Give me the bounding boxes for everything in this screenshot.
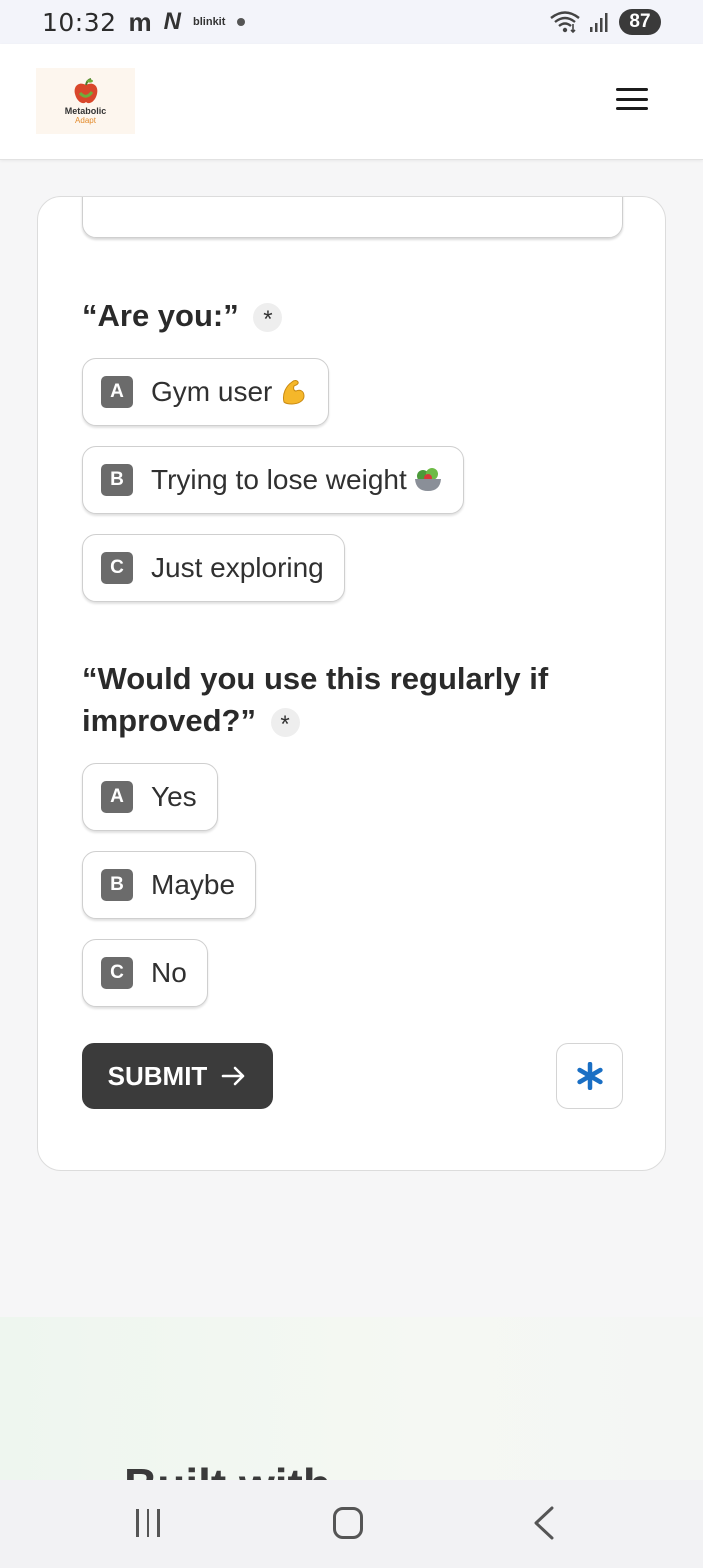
option-label: Gym user xyxy=(151,376,273,407)
wifi-icon xyxy=(550,11,580,34)
apple-logo-icon xyxy=(74,77,97,103)
option-key: B xyxy=(101,869,133,901)
option-key: A xyxy=(101,376,133,408)
footer-band xyxy=(0,1317,703,1480)
system-nav-bar xyxy=(0,1480,703,1568)
menu-line xyxy=(616,88,648,91)
recent-apps-icon[interactable] xyxy=(136,1509,166,1539)
option-key: A xyxy=(101,781,133,813)
logo-word-2: Adapt xyxy=(75,115,96,125)
option-label-wrap: Gym user xyxy=(151,376,308,408)
arrow-right-icon xyxy=(222,1066,245,1086)
hamburger-menu-icon[interactable] xyxy=(612,82,652,116)
option-yes[interactable]: A Yes xyxy=(82,763,218,831)
green-salad-icon xyxy=(414,468,441,491)
question-use-regularly: “Would you use this regularly if improve… xyxy=(82,658,602,742)
back-icon[interactable] xyxy=(532,1506,556,1540)
option-label: Just exploring xyxy=(151,552,324,583)
option-label: Maybe xyxy=(151,869,236,900)
form-card: “Are you:” * A Gym user B Trying to lose… xyxy=(37,196,666,1171)
option-label: Trying to lose weight xyxy=(151,464,407,495)
required-mark: * xyxy=(253,303,283,333)
menu-line xyxy=(616,97,648,101)
app-m-icon: m xyxy=(128,6,152,37)
option-maybe[interactable]: B Maybe xyxy=(82,851,257,919)
blinkit-icon: blinkit xyxy=(193,16,226,28)
question-text: “Are you:” xyxy=(82,298,239,333)
option-gym-user[interactable]: A Gym user xyxy=(82,358,330,426)
logo-word-1: Metabolic xyxy=(64,105,107,116)
logo[interactable]: Metabolic Adapt xyxy=(36,68,135,134)
signal-icon xyxy=(590,13,608,32)
home-icon[interactable] xyxy=(333,1507,363,1539)
submit-label: SUBMIT xyxy=(107,1060,208,1091)
status-bar: 10:32 m N blinkit 87 xyxy=(0,0,703,44)
required-mark: * xyxy=(270,708,300,738)
option-label: Yes xyxy=(151,781,197,812)
recent-line xyxy=(157,1509,160,1537)
option-lose-weight[interactable]: B Trying to lose weight xyxy=(82,446,464,514)
menu-line xyxy=(616,107,648,110)
option-key: C xyxy=(101,957,133,989)
brand-asterisk-button[interactable] xyxy=(556,1043,623,1109)
status-right: 87 xyxy=(549,9,661,35)
previous-text-field[interactable] xyxy=(82,197,623,238)
recent-line xyxy=(136,1509,139,1537)
recent-line xyxy=(146,1509,149,1537)
notification-dot-icon xyxy=(237,18,246,26)
option-just-exploring[interactable]: C Just exploring xyxy=(82,534,345,602)
asterisk-icon xyxy=(576,1062,603,1090)
option-key: B xyxy=(101,464,133,496)
footer-heading: Built with ... xyxy=(124,1462,382,1480)
option-key: C xyxy=(101,552,133,584)
app-n-icon: N xyxy=(163,8,182,35)
status-left: 10:32 m N blinkit xyxy=(42,6,246,38)
question-text: “Would you use this regularly if improve… xyxy=(82,661,549,738)
option-label-wrap: Trying to lose weight xyxy=(151,464,443,496)
flexed-biceps-icon xyxy=(283,380,305,405)
option-label: No xyxy=(151,957,187,988)
question-are-you: “Are you:” * xyxy=(82,295,283,337)
submit-button[interactable]: SUBMIT xyxy=(82,1043,273,1109)
site-header: Metabolic Adapt xyxy=(0,44,703,160)
option-no[interactable]: C No xyxy=(82,939,208,1007)
battery-icon: 87 xyxy=(619,9,661,35)
status-time: 10:32 xyxy=(42,7,117,37)
